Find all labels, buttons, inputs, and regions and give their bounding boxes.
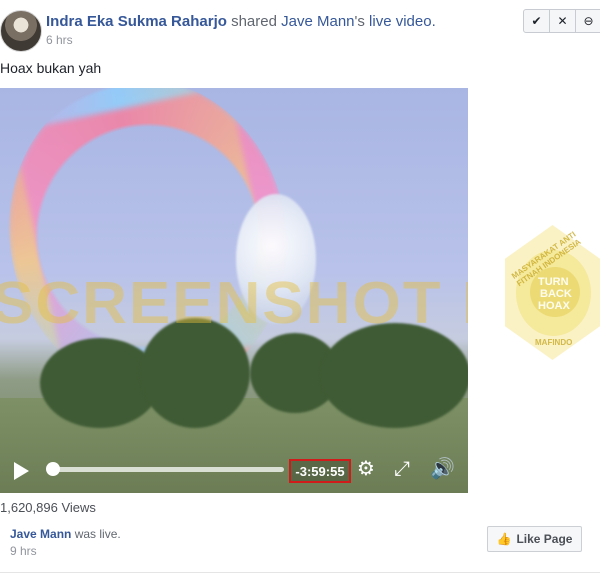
badge-line1: TURN — [538, 276, 569, 288]
video-player[interactable]: SCREENSHOT BY — [0, 88, 468, 493]
view-count: 1,620,896 Views — [0, 500, 96, 515]
badge-line2: BACK — [540, 288, 572, 300]
divider — [0, 572, 600, 573]
shared-text: shared — [231, 13, 277, 30]
watermark: SCREENSHOT BY — [0, 270, 468, 337]
live-time[interactable]: 9 hrs — [10, 544, 37, 558]
owner-possessive: 's — [354, 13, 365, 30]
volume-icon[interactable]: 🔊 — [430, 459, 455, 479]
live-owner-link[interactable]: Jave Mann — [10, 527, 71, 541]
fullscreen-icon[interactable]: ⤢ — [394, 459, 410, 479]
play-icon[interactable] — [14, 462, 29, 480]
like-page-button[interactable]: 👍 Like Page — [487, 526, 582, 552]
like-page-label: Like Page — [516, 532, 573, 546]
time-remaining: -3:59:55 — [289, 459, 351, 483]
live-video-link[interactable]: live video. — [369, 13, 436, 30]
badge-line3: HOAX — [538, 300, 570, 312]
live-info: Jave Mann was live. — [10, 527, 121, 541]
avatar[interactable] — [0, 10, 42, 52]
live-status: was live. — [74, 527, 121, 541]
tree — [320, 323, 468, 428]
check-icon[interactable]: ✔ — [523, 9, 550, 33]
header-controls: ✔ ✕ ⊖ — [523, 9, 600, 33]
progress-bar[interactable] — [52, 467, 284, 472]
thumbs-up-icon: 👍 — [496, 532, 512, 546]
badge-ring-bottom: MAFINDO — [535, 338, 573, 347]
gear-icon[interactable]: ⚙ — [357, 459, 375, 479]
post-header: Indra Eka Sukma Raharjo shared Jave Mann… — [46, 13, 436, 30]
owner-link[interactable]: Jave Mann — [281, 13, 354, 30]
minus-icon[interactable]: ⊖ — [575, 9, 600, 33]
post-message: Hoax bukan yah — [0, 60, 102, 76]
close-icon[interactable]: ✕ — [549, 9, 576, 33]
progress-knob[interactable] — [46, 462, 60, 476]
author-link[interactable]: Indra Eka Sukma Raharjo — [46, 13, 227, 30]
post-time[interactable]: 6 hrs — [46, 33, 73, 47]
